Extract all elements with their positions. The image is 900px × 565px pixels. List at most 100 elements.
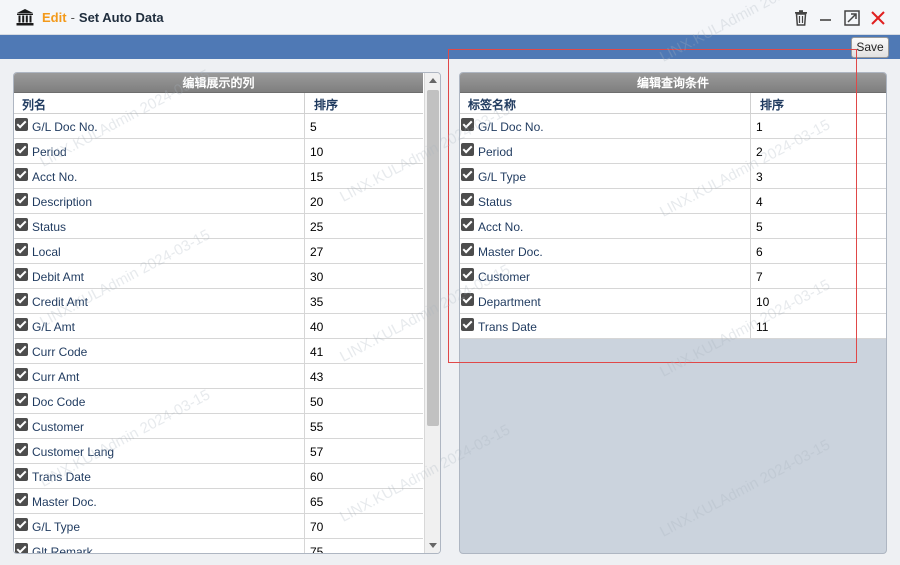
row-order[interactable]: 5 <box>756 220 763 234</box>
row-checkbox[interactable] <box>15 393 28 406</box>
row-checkbox[interactable] <box>15 543 28 553</box>
scroll-thumb[interactable] <box>427 90 439 426</box>
display-columns-panel: 编辑展示的列 列名 排序 G/L Doc No. 5 Period 10 Acct No… <box>13 72 441 554</box>
row-checkbox[interactable] <box>15 343 28 356</box>
row-order[interactable]: 40 <box>310 320 323 334</box>
row-checkbox[interactable] <box>15 118 28 131</box>
cell-divider <box>750 189 751 213</box>
row-order[interactable]: 75 <box>310 545 323 553</box>
row-checkbox[interactable] <box>15 168 28 181</box>
row-order[interactable]: 57 <box>310 445 323 459</box>
row-order[interactable]: 30 <box>310 270 323 284</box>
row-checkbox[interactable] <box>461 268 474 281</box>
cell-divider <box>304 289 305 313</box>
row-checkbox[interactable] <box>15 193 28 206</box>
row-order[interactable]: 41 <box>310 345 323 359</box>
table-row: G/L Doc No. 1 <box>460 114 886 139</box>
row-checkbox[interactable] <box>15 468 28 481</box>
table-row: Acct No. 15 <box>14 164 423 189</box>
row-checkbox[interactable] <box>15 518 28 531</box>
row-order[interactable]: 1 <box>756 120 763 134</box>
row-checkbox[interactable] <box>15 368 28 381</box>
row-checkbox[interactable] <box>15 293 28 306</box>
row-order[interactable]: 11 <box>756 320 768 334</box>
row-checkbox[interactable] <box>461 218 474 231</box>
row-order[interactable]: 10 <box>756 295 769 309</box>
table-row: Description 20 <box>14 189 423 214</box>
table-row: Doc Code 50 <box>14 389 423 414</box>
row-checkbox[interactable] <box>461 193 474 206</box>
save-button[interactable]: Save <box>851 37 889 58</box>
cell-divider <box>304 539 305 553</box>
row-checkbox[interactable] <box>15 418 28 431</box>
scroll-down-icon[interactable] <box>425 538 440 553</box>
column-divider <box>750 93 751 113</box>
trash-icon[interactable] <box>792 9 810 27</box>
row-order[interactable]: 10 <box>310 145 323 159</box>
cell-divider <box>750 139 751 163</box>
row-checkbox[interactable] <box>461 293 474 306</box>
row-checkbox[interactable] <box>15 268 28 281</box>
row-name: Acct No. <box>32 170 78 184</box>
row-order[interactable]: 65 <box>310 495 323 509</box>
row-order[interactable]: 70 <box>310 520 323 534</box>
table-row: Customer Lang 57 <box>14 439 423 464</box>
scroll-up-icon[interactable] <box>425 73 440 88</box>
cell-divider <box>304 164 305 188</box>
row-order[interactable]: 25 <box>310 220 323 234</box>
row-name: Curr Code <box>32 345 88 359</box>
row-order[interactable]: 35 <box>310 295 323 309</box>
row-checkbox[interactable] <box>461 143 474 156</box>
row-checkbox[interactable] <box>15 243 28 256</box>
cell-divider <box>750 314 751 338</box>
panel-title: 编辑展示的列 <box>14 73 423 93</box>
row-order[interactable]: 6 <box>756 245 763 259</box>
table-row: Customer 7 <box>460 264 886 289</box>
row-order[interactable]: 43 <box>310 370 323 384</box>
row-checkbox[interactable] <box>15 318 28 331</box>
row-checkbox[interactable] <box>15 493 28 506</box>
row-order[interactable]: 15 <box>310 170 323 184</box>
row-order[interactable]: 5 <box>310 120 317 134</box>
row-checkbox[interactable] <box>15 143 28 156</box>
row-checkbox[interactable] <box>15 443 28 456</box>
row-order[interactable]: 7 <box>756 270 763 284</box>
minimize-icon[interactable] <box>817 9 835 27</box>
row-order[interactable]: 2 <box>756 145 763 159</box>
row-name: G/L Doc No. <box>478 120 544 134</box>
row-name: Credit Amt <box>32 295 89 309</box>
table-row: Customer 55 <box>14 414 423 439</box>
cell-divider <box>304 464 305 488</box>
row-name: Period <box>478 145 513 159</box>
cell-divider <box>304 514 305 538</box>
table-row: Master Doc. 65 <box>14 489 423 514</box>
table-row: G/L Amt 40 <box>14 314 423 339</box>
row-checkbox[interactable] <box>461 168 474 181</box>
cell-divider <box>750 289 751 313</box>
row-name: G/L Type <box>478 170 527 184</box>
row-order[interactable]: 50 <box>310 395 323 409</box>
row-order[interactable]: 55 <box>310 420 323 434</box>
scrollbar[interactable] <box>424 73 440 553</box>
table-row: Department 10 <box>460 289 886 314</box>
row-order[interactable]: 60 <box>310 470 323 484</box>
cell-divider <box>304 389 305 413</box>
cell-divider <box>304 314 305 338</box>
row-order[interactable]: 20 <box>310 195 323 209</box>
row-checkbox[interactable] <box>461 118 474 131</box>
row-checkbox[interactable] <box>461 318 474 331</box>
row-order[interactable]: 4 <box>756 195 763 209</box>
row-order[interactable]: 3 <box>756 170 763 184</box>
row-order[interactable]: 27 <box>310 245 323 259</box>
row-name: Doc Code <box>32 395 86 409</box>
table-row: Period 2 <box>460 139 886 164</box>
row-name: Description <box>32 195 93 209</box>
close-icon[interactable] <box>869 9 887 27</box>
row-checkbox[interactable] <box>15 218 28 231</box>
row-checkbox[interactable] <box>461 243 474 256</box>
cell-divider <box>304 439 305 463</box>
cell-divider <box>750 114 751 138</box>
cell-divider <box>750 264 751 288</box>
column-divider <box>304 93 305 113</box>
maximize-icon[interactable] <box>843 9 861 27</box>
